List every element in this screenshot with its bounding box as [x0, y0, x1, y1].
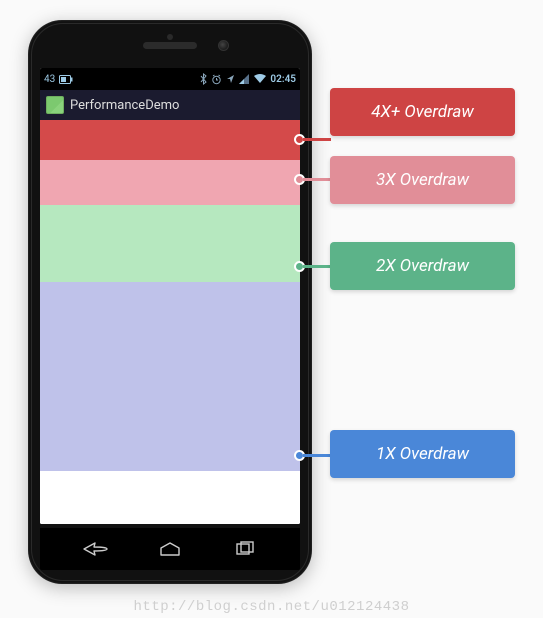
location-icon [226, 74, 235, 85]
clock-text: 02:45 [270, 74, 296, 85]
connector-line-2x [303, 265, 331, 268]
callout-3x-label: 3X Overdraw [376, 170, 469, 190]
battery-icon [59, 75, 73, 84]
overdraw-strip-none [40, 471, 300, 524]
phone-frame: 43 0 [28, 20, 312, 584]
battery-text: 43 [44, 74, 55, 85]
overdraw-strip-2x [40, 205, 300, 282]
callout-2x-label: 2X Overdraw [376, 256, 469, 276]
app-icon [46, 96, 64, 114]
app-title: PerformanceDemo [70, 98, 179, 113]
connector-line-3x [303, 178, 331, 181]
app-title-bar: PerformanceDemo [40, 90, 300, 120]
bluetooth-icon [200, 73, 207, 85]
earpiece [143, 42, 197, 49]
watermark-text: http://blog.csdn.net/u012124438 [134, 599, 410, 615]
screen: 43 0 [40, 68, 300, 524]
home-button[interactable] [150, 536, 190, 562]
wifi-icon [254, 74, 266, 84]
callout-4x-label: 4X+ Overdraw [371, 102, 473, 122]
signal-icon [239, 74, 250, 84]
overdraw-strip-1x [40, 282, 300, 472]
callout-panel: 4X+ Overdraw 3X Overdraw 2X Overdraw 1X … [330, 0, 530, 618]
callout-3x: 3X Overdraw [330, 156, 515, 204]
callout-1x: 1X Overdraw [330, 430, 515, 478]
callout-4x: 4X+ Overdraw [330, 88, 515, 136]
connector-line-1x [303, 454, 331, 457]
status-bar: 43 0 [40, 68, 300, 90]
alarm-icon [211, 74, 222, 85]
overdraw-strip-4x [40, 120, 300, 160]
back-button[interactable] [75, 536, 115, 562]
overdraw-strip-3x [40, 160, 300, 204]
front-camera [218, 40, 229, 51]
navigation-bar [40, 528, 300, 570]
callout-2x: 2X Overdraw [330, 242, 515, 290]
callout-1x-label: 1X Overdraw [376, 444, 469, 464]
connector-line-4x [303, 138, 331, 141]
sensor-dot [167, 34, 173, 40]
recent-apps-button[interactable] [225, 536, 265, 562]
content-area [40, 120, 300, 524]
